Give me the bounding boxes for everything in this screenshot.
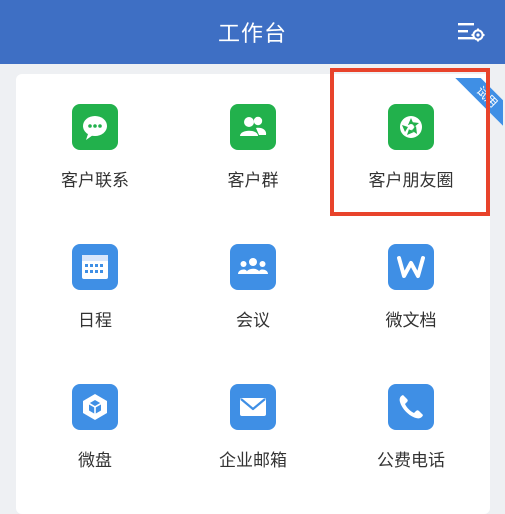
phone-handset-icon [388,384,434,430]
trial-badge: 试用 [455,78,503,126]
document-w-icon [388,244,434,290]
app-tile-business-call[interactable]: 公费电话 [332,354,490,494]
group-users-icon [230,104,276,150]
moments-aperture-icon [388,104,434,150]
app-label: 日程 [78,311,112,331]
cloud-drive-icon [72,384,118,430]
app-label: 微盘 [78,451,112,471]
app-tile-micro-drive[interactable]: 微盘 [16,354,174,494]
mail-envelope-icon [230,384,276,430]
app-tile-meeting[interactable]: 会议 [174,214,332,354]
app-label: 企业邮箱 [219,451,287,471]
app-grid-card: 客户联系 客户群 客户朋友圈 日程 会议 微文档 微盘 企业邮箱 公费电话 [16,74,490,514]
settings-icon[interactable] [457,20,485,44]
app-tile-enterprise-mail[interactable]: 企业邮箱 [174,354,332,494]
app-tile-micro-doc[interactable]: 微文档 [332,214,490,354]
app-tile-schedule[interactable]: 日程 [16,214,174,354]
app-tile-customer-contact[interactable]: 客户联系 [16,74,174,214]
app-label: 公费电话 [377,451,445,471]
wechat-chat-icon [72,104,118,150]
meeting-people-icon [230,244,276,290]
calendar-icon [72,244,118,290]
app-label: 客户朋友圈 [368,171,454,191]
app-label: 会议 [236,311,270,331]
app-label: 客户联系 [61,171,129,191]
app-header: 工作台 [0,0,505,64]
app-label: 客户群 [227,171,279,191]
app-label: 微文档 [385,311,437,331]
page-title: 工作台 [217,22,287,47]
app-tile-customer-group[interactable]: 客户群 [174,74,332,214]
